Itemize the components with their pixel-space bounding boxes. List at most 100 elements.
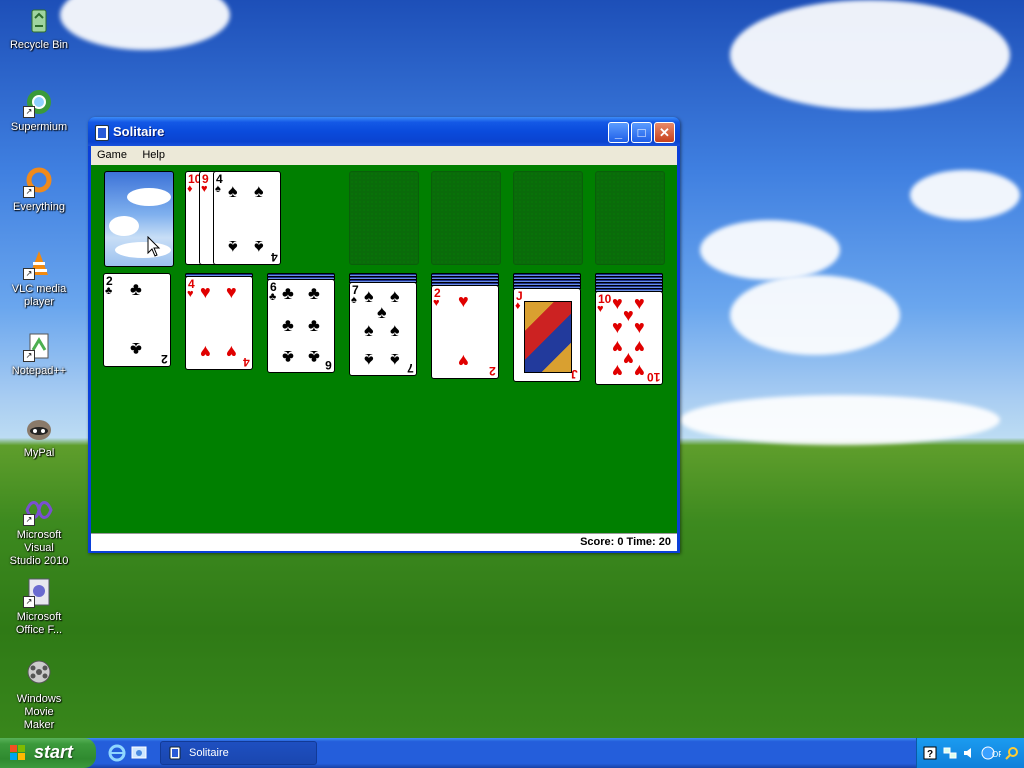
card-pip: ♥ bbox=[612, 317, 623, 337]
cloud bbox=[730, 275, 900, 355]
maximize-button[interactable]: □ bbox=[631, 122, 652, 143]
card-rank: 2 bbox=[161, 352, 168, 366]
card-suit: ♦ bbox=[187, 183, 193, 195]
tableau-card[interactable]: 4 ♥ ♥ ♥ ♥ ♥ 4 bbox=[185, 276, 253, 370]
card-pip: ♠ bbox=[390, 286, 400, 306]
svg-text:OFF: OFF bbox=[992, 750, 1001, 759]
desktop-icon-everything[interactable]: ↗ Everything bbox=[2, 166, 76, 214]
status-bar: Score: 0 Time: 20 bbox=[91, 533, 677, 551]
card-pip: ♠ bbox=[228, 237, 238, 257]
desktop-icon-label: Office F... bbox=[15, 624, 63, 636]
svg-text:?: ? bbox=[927, 749, 933, 760]
minimize-icon: _ bbox=[614, 125, 623, 140]
card-pip: ♣ bbox=[308, 347, 320, 367]
search-icon[interactable] bbox=[1005, 746, 1019, 760]
speaker-icon[interactable] bbox=[963, 746, 977, 760]
desktop-icon-mypal[interactable]: MyPal bbox=[2, 412, 76, 460]
shortcut-arrow-icon: ↗ bbox=[23, 350, 35, 362]
menu-help[interactable]: Help bbox=[136, 146, 171, 161]
card-suit: ♣ bbox=[105, 285, 113, 297]
desktop-icon-visual-studio[interactable]: ↗ Microsoft Visual Studio 2010 bbox=[2, 494, 76, 568]
desktop-icon-label: Microsoft Visual bbox=[16, 529, 62, 554]
card-pip: ♠ bbox=[364, 320, 374, 340]
card-suit: ♥ bbox=[433, 297, 440, 309]
tableau-card[interactable]: 7 ♠ ♠ ♠ ♠ ♠ ♠ ♠ ♠ 7 bbox=[349, 282, 417, 376]
mypal-raccoon-icon bbox=[23, 412, 55, 444]
desktop-icon-supermium[interactable]: ↗ Supermium bbox=[2, 86, 76, 134]
taskbar: start Solitaire ? OFF bbox=[0, 738, 1024, 768]
foundation-slot[interactable] bbox=[513, 171, 583, 265]
start-label: start bbox=[34, 742, 74, 762]
card-pip: ♥ bbox=[200, 282, 211, 302]
close-button[interactable]: ✕ bbox=[654, 122, 675, 143]
tableau-card[interactable]: J ♦ J bbox=[513, 288, 581, 382]
card-pip: ♥ bbox=[634, 361, 645, 381]
card-suit: ♠ bbox=[351, 294, 357, 306]
foundation-slot[interactable] bbox=[431, 171, 501, 265]
solitaire-task-icon bbox=[169, 746, 181, 760]
foundation-slot[interactable] bbox=[595, 171, 665, 265]
card-pip: ♣ bbox=[282, 283, 294, 303]
card-rank: 2 bbox=[489, 364, 496, 378]
card-pip: ♥ bbox=[634, 317, 645, 337]
title-bar[interactable]: Solitaire _ □ ✕ bbox=[88, 117, 680, 146]
recycle-bin-icon bbox=[23, 4, 55, 36]
card-pip: ♥ bbox=[623, 349, 634, 369]
card-rank: 4 bbox=[271, 250, 278, 264]
desktop-icon-notepadpp[interactable]: ↗ Notepad++ bbox=[2, 330, 76, 378]
desktop-icon-label: player bbox=[24, 296, 54, 308]
card-pip: ♥ bbox=[226, 282, 237, 302]
card-pip: ♠ bbox=[377, 302, 387, 322]
desktop-icon-office[interactable]: ↗ Microsoft Office F... bbox=[2, 576, 76, 637]
card-pip: ♣ bbox=[308, 315, 320, 335]
card-pip: ♥ bbox=[200, 342, 211, 362]
card-pip: ♣ bbox=[308, 283, 320, 303]
show-desktop-icon[interactable] bbox=[130, 744, 148, 762]
start-button[interactable]: start bbox=[0, 738, 96, 768]
movie-maker-icon bbox=[23, 658, 55, 690]
jack-face-art bbox=[524, 301, 572, 373]
supermium-icon: ↗ bbox=[23, 86, 55, 118]
desktop-icon-label: Windows Movie bbox=[16, 693, 62, 718]
menu-game[interactable]: Game bbox=[91, 146, 133, 161]
desktop-icon-movie-maker[interactable]: Windows Movie Maker bbox=[2, 658, 76, 732]
language-off-icon[interactable]: OFF bbox=[981, 746, 1008, 760]
shortcut-arrow-icon: ↗ bbox=[23, 268, 35, 280]
cloud bbox=[700, 220, 840, 280]
card-pip: ♥ bbox=[634, 293, 645, 313]
card-pip: ♠ bbox=[254, 181, 264, 201]
card-rank: 7 bbox=[407, 361, 414, 375]
help-icon[interactable]: ? bbox=[923, 746, 937, 760]
tableau-card[interactable]: 6 ♣ ♣ ♣ ♣ ♣ ♣ ♣ 6 bbox=[267, 279, 335, 373]
taskbar-button-solitaire[interactable]: Solitaire bbox=[160, 741, 317, 765]
card-suit: ♦ bbox=[515, 300, 521, 312]
stock-pile[interactable] bbox=[104, 171, 174, 267]
window-title: Solitaire bbox=[113, 124, 165, 139]
internet-explorer-icon[interactable] bbox=[108, 744, 126, 762]
desktop-icon-label: VLC media bbox=[11, 283, 67, 295]
card-back-cloud bbox=[115, 242, 171, 258]
card-pip: ♣ bbox=[282, 347, 294, 367]
notepadpp-icon: ↗ bbox=[23, 330, 55, 362]
tableau-card[interactable]: 10 ♥ ♥ ♥ ♥ ♥ ♥ ♥ ♥ ♥ ♥ ♥ 10 bbox=[595, 291, 663, 385]
score-time-status: Score: 0 Time: 20 bbox=[580, 536, 671, 548]
solitaire-window: Solitaire _ □ ✕ Game Help 10 ♦ 9 ♥ 4 ♠ ♠… bbox=[88, 117, 680, 553]
tableau-card[interactable]: 2 ♣ ♣ ♣ 2 bbox=[103, 273, 171, 367]
desktop-icon-vlc[interactable]: ↗ VLC media player bbox=[2, 248, 76, 309]
desktop-icon-label: Everything bbox=[13, 201, 65, 213]
solitaire-app-icon bbox=[95, 125, 109, 141]
tableau-card[interactable]: 2 ♥ ♥ ♥ 2 bbox=[431, 285, 499, 379]
shortcut-arrow-icon: ↗ bbox=[23, 186, 35, 198]
minimize-button[interactable]: _ bbox=[608, 122, 629, 143]
card-pip: ♣ bbox=[130, 339, 142, 359]
card-pip: ♠ bbox=[364, 286, 374, 306]
desktop-icon-recycle-bin[interactable]: Recycle Bin bbox=[2, 4, 76, 52]
windows-flag-icon bbox=[10, 745, 26, 761]
card-suit: ♣ bbox=[269, 291, 277, 303]
foundation-slot[interactable] bbox=[349, 171, 419, 265]
shortcut-arrow-icon: ↗ bbox=[23, 514, 35, 526]
maximize-icon: □ bbox=[637, 125, 646, 140]
card-pip: ♣ bbox=[282, 315, 294, 335]
network-icon[interactable] bbox=[943, 746, 957, 760]
waste-top-card[interactable]: 4 ♠ ♠ ♠ ♠ ♠ 4 bbox=[213, 171, 281, 265]
